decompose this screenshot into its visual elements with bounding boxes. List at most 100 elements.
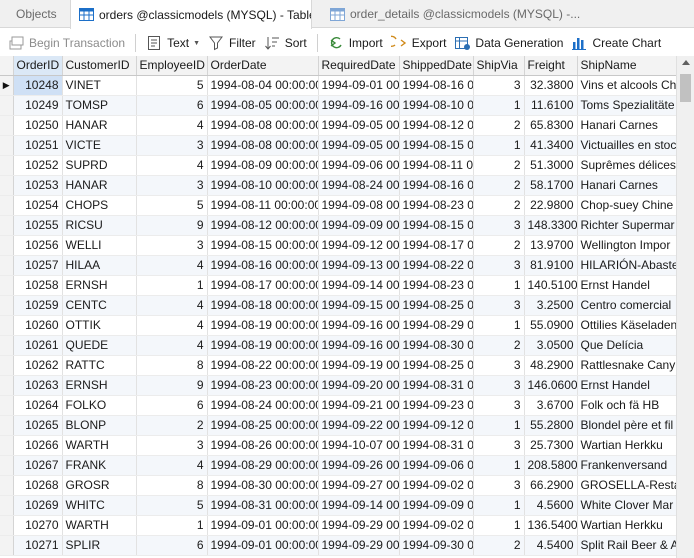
cell-shipvia[interactable]: 3: [473, 435, 525, 456]
cell-freight[interactable]: 11.6100: [524, 95, 578, 116]
tab-order-details[interactable]: order_details @classicmodels (MYSQL) -..…: [322, 0, 582, 28]
row-header[interactable]: [0, 315, 14, 336]
row-header[interactable]: [0, 335, 14, 356]
cell-orderdate[interactable]: 1994-08-09 00:00:00: [207, 155, 319, 176]
cell-employeeid[interactable]: 4: [136, 255, 208, 276]
table-row[interactable]: 10257 HILAA 4 1994-08-16 00:00:00 1994-09-13…: [0, 255, 676, 276]
cell-freight[interactable]: 3.0500: [524, 335, 578, 356]
cell-employeeid[interactable]: 3: [136, 235, 208, 256]
cell-shippeddate[interactable]: 1994-08-17 00: [399, 235, 474, 256]
cell-freight[interactable]: 146.0600: [524, 375, 578, 396]
table-row[interactable]: 10250 HANAR 4 1994-08-08 00:00:00 1994-09-05…: [0, 115, 676, 136]
table-row[interactable]: 10253 HANAR 3 1994-08-10 00:00:00 1994-08-24…: [0, 175, 676, 196]
cell-orderid[interactable]: 10250: [13, 115, 63, 136]
cell-requireddate[interactable]: 1994-09-08 00:0: [318, 195, 400, 216]
column-header-shippeddate[interactable]: ShippedDate: [399, 56, 474, 76]
cell-shippeddate[interactable]: 1994-08-31 00: [399, 435, 474, 456]
cell-requireddate[interactable]: 1994-09-09 00:0: [318, 215, 400, 236]
cell-shipvia[interactable]: 3: [473, 75, 525, 96]
cell-customerid[interactable]: FOLKO: [62, 395, 137, 416]
cell-shipname[interactable]: Ernst Handel: [577, 275, 676, 296]
cell-shipvia[interactable]: 1: [473, 415, 525, 436]
cell-employeeid[interactable]: 1: [136, 515, 208, 536]
cell-customerid[interactable]: CENTC: [62, 295, 137, 316]
row-header[interactable]: [0, 235, 14, 256]
cell-shipname[interactable]: Que Delícia: [577, 335, 676, 356]
cell-requireddate[interactable]: 1994-09-05 00:0: [318, 115, 400, 136]
cell-orderid[interactable]: 10255: [13, 215, 63, 236]
cell-orderdate[interactable]: 1994-08-15 00:00:00: [207, 235, 319, 256]
cell-orderid[interactable]: 10251: [13, 135, 63, 156]
cell-freight[interactable]: 148.3300: [524, 215, 578, 236]
row-header[interactable]: [0, 435, 14, 456]
cell-shipvia[interactable]: 3: [473, 255, 525, 276]
cell-shipname[interactable]: Wellington Impor: [577, 235, 676, 256]
cell-customerid[interactable]: SUPRD: [62, 155, 137, 176]
row-header[interactable]: [0, 135, 14, 156]
cell-requireddate[interactable]: 1994-09-21 00:0: [318, 395, 400, 416]
cell-shipname[interactable]: Rattlesnake Cany: [577, 355, 676, 376]
cell-requireddate[interactable]: 1994-10-07 00:0: [318, 435, 400, 456]
row-header[interactable]: [0, 375, 14, 396]
column-header-freight[interactable]: Freight: [524, 56, 578, 76]
cell-freight[interactable]: 65.8300: [524, 115, 578, 136]
cell-shipname[interactable]: Richter Supermar: [577, 215, 676, 236]
cell-shipname[interactable]: Victuailles en stoc: [577, 135, 676, 156]
cell-freight[interactable]: 55.0900: [524, 315, 578, 336]
cell-shippeddate[interactable]: 1994-08-10 00: [399, 95, 474, 116]
row-header[interactable]: [0, 455, 14, 476]
row-header[interactable]: [0, 95, 14, 116]
cell-orderdate[interactable]: 1994-08-30 00:00:00: [207, 475, 319, 496]
column-header-orderid[interactable]: OrderID: [13, 56, 63, 76]
row-header[interactable]: [0, 395, 14, 416]
cell-requireddate[interactable]: 1994-09-19 00:0: [318, 355, 400, 376]
table-row[interactable]: 10261 QUEDE 4 1994-08-19 00:00:00 1994-09-16…: [0, 335, 676, 356]
cell-shipname[interactable]: Ottilies Käseladen: [577, 315, 676, 336]
cell-shipvia[interactable]: 1: [473, 275, 525, 296]
cell-shipvia[interactable]: 3: [473, 355, 525, 376]
cell-freight[interactable]: 4.5600: [524, 495, 578, 516]
table-row[interactable]: 10264 FOLKO 6 1994-08-24 00:00:00 1994-09-21…: [0, 395, 676, 416]
cell-employeeid[interactable]: 4: [136, 335, 208, 356]
sort-button[interactable]: Sort: [260, 32, 311, 54]
cell-orderid[interactable]: 10271: [13, 535, 63, 556]
cell-orderdate[interactable]: 1994-08-10 00:00:00: [207, 175, 319, 196]
cell-orderid[interactable]: 10264: [13, 395, 63, 416]
cell-orderid[interactable]: 10258: [13, 275, 63, 296]
cell-orderdate[interactable]: 1994-08-26 00:00:00: [207, 435, 319, 456]
row-header[interactable]: [0, 255, 14, 276]
cell-orderdate[interactable]: 1994-08-16 00:00:00: [207, 255, 319, 276]
cell-orderdate[interactable]: 1994-08-17 00:00:00: [207, 275, 319, 296]
cell-orderdate[interactable]: 1994-08-12 00:00:00: [207, 215, 319, 236]
cell-shipvia[interactable]: 3: [473, 215, 525, 236]
cell-freight[interactable]: 41.3400: [524, 135, 578, 156]
cell-freight[interactable]: 13.9700: [524, 235, 578, 256]
cell-requireddate[interactable]: 1994-09-16 00:0: [318, 95, 400, 116]
cell-shipname[interactable]: Vins et alcools Ch: [577, 75, 676, 96]
cell-customerid[interactable]: FRANK: [62, 455, 137, 476]
cell-shippeddate[interactable]: 1994-08-16 00: [399, 75, 474, 96]
cell-shipvia[interactable]: 1: [473, 315, 525, 336]
cell-customerid[interactable]: RATTC: [62, 355, 137, 376]
cell-shipvia[interactable]: 3: [473, 375, 525, 396]
cell-requireddate[interactable]: 1994-09-13 00:0: [318, 255, 400, 276]
cell-customerid[interactable]: HANAR: [62, 175, 137, 196]
cell-employeeid[interactable]: 9: [136, 215, 208, 236]
cell-shippeddate[interactable]: 1994-08-31 00: [399, 375, 474, 396]
cell-requireddate[interactable]: 1994-09-12 00:0: [318, 235, 400, 256]
cell-shippeddate[interactable]: 1994-08-25 00: [399, 355, 474, 376]
cell-shippeddate[interactable]: 1994-08-12 00: [399, 115, 474, 136]
cell-employeeid[interactable]: 4: [136, 115, 208, 136]
cell-requireddate[interactable]: 1994-09-22 00:0: [318, 415, 400, 436]
cell-orderid[interactable]: 10256: [13, 235, 63, 256]
cell-orderdate[interactable]: 1994-08-19 00:00:00: [207, 315, 319, 336]
cell-shippeddate[interactable]: 1994-09-02 00: [399, 515, 474, 536]
column-header-requireddate[interactable]: RequiredDate: [318, 56, 400, 76]
cell-shippeddate[interactable]: 1994-08-25 00: [399, 295, 474, 316]
cell-employeeid[interactable]: 3: [136, 435, 208, 456]
table-row[interactable]: 10249 TOMSP 6 1994-08-05 00:00:00 1994-09-16…: [0, 95, 676, 116]
cell-requireddate[interactable]: 1994-09-06 00:0: [318, 155, 400, 176]
table-row[interactable]: 10251 VICTE 3 1994-08-08 00:00:00 1994-09-05…: [0, 135, 676, 156]
cell-customerid[interactable]: OTTIK: [62, 315, 137, 336]
row-header[interactable]: [0, 535, 14, 556]
